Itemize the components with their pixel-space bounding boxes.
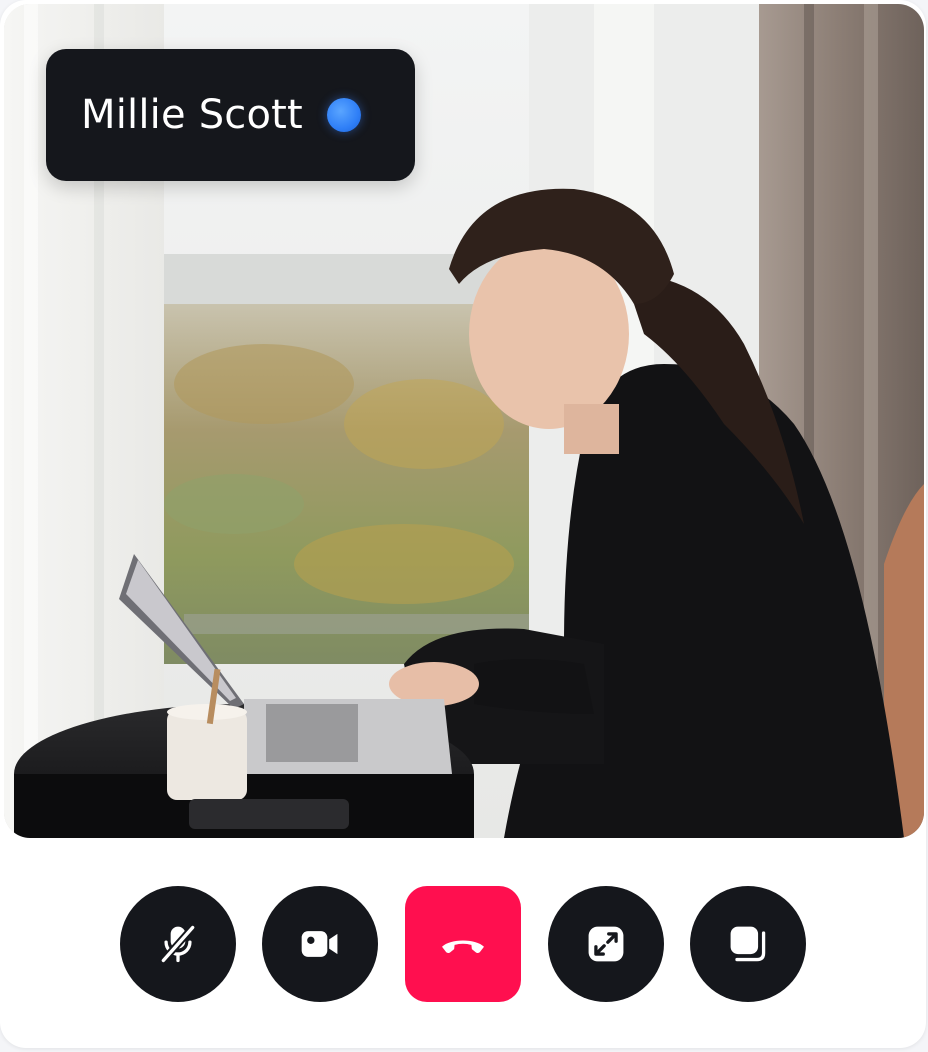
video-feed: Millie Scott [4,4,924,838]
microphone-off-icon [159,923,197,965]
end-call-button[interactable] [405,886,521,1002]
call-controls [0,886,926,1002]
fullscreen-button[interactable] [548,886,664,1002]
picture-in-picture-button[interactable] [690,886,806,1002]
participant-name: Millie Scott [81,92,303,138]
video-camera-icon [301,931,338,957]
layers-icon [730,926,766,962]
online-status-dot [326,98,361,132]
mute-button[interactable] [120,886,236,1002]
video-call-card: Millie Scott [0,0,926,1048]
expand-icon [588,926,624,962]
participant-name-tag: Millie Scott [46,49,415,181]
camera-button[interactable] [262,886,378,1002]
phone-hangup-icon [442,940,484,954]
